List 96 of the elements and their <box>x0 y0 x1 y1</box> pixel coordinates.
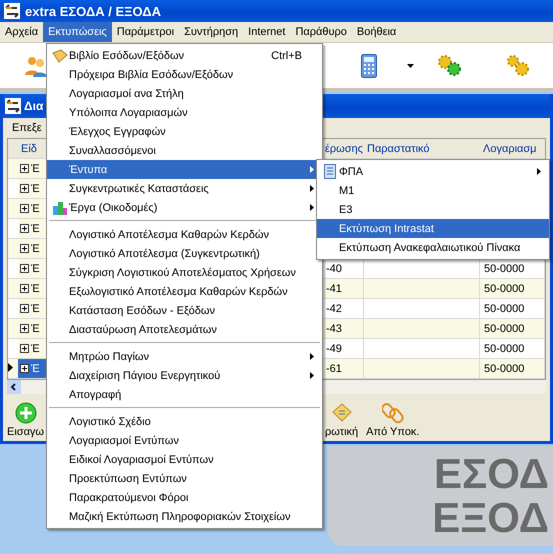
menu-item[interactable]: Προεκτύπωση Εντύπων <box>47 469 322 488</box>
table-cell: -49 <box>326 342 342 354</box>
menu-item[interactable]: Επεξε <box>12 122 42 134</box>
menu-item[interactable]: Διασταύρωση Αποτελεσμάτων <box>47 320 322 339</box>
table-cell: 50-0000 <box>484 342 524 354</box>
table-cell: 50-0000 <box>484 282 524 294</box>
menu-item[interactable]: Βιβλίο Εσόδων/Εξόδων Ctrl+B <box>47 46 322 65</box>
expand-icon[interactable] <box>20 204 29 213</box>
gears-icon[interactable] <box>438 54 462 76</box>
menu-item[interactable]: E3 <box>317 200 549 219</box>
expand-icon[interactable] <box>20 284 29 293</box>
arrows-icon <box>5 98 21 114</box>
submenu-arrow-icon <box>310 353 314 360</box>
expand-icon[interactable] <box>20 304 29 313</box>
document-icon <box>324 164 336 179</box>
table-cell: Έ <box>31 282 40 294</box>
menu-item[interactable]: Βοήθεια <box>352 22 402 42</box>
menu-item[interactable]: Εκτύπωση Ανακεφαλαιωτικού Πίνακα <box>317 238 549 257</box>
table-cell: Έ <box>31 222 40 234</box>
blocks-icon <box>52 200 68 216</box>
table-cell: Έ <box>31 302 40 314</box>
table-cell: Έ <box>31 242 40 254</box>
chain-icon <box>382 402 404 424</box>
menu-item[interactable]: Απογραφή <box>47 385 322 404</box>
expand-icon[interactable] <box>20 324 29 333</box>
background-title: ΕΣΟΔ <box>434 452 549 496</box>
table-cell: -41 <box>326 282 342 294</box>
table-cell: 50-0000 <box>484 322 524 334</box>
table-cell: 50-0000 <box>484 262 524 274</box>
toolbar-button[interactable]: ρωτική <box>323 402 360 438</box>
dropdown-caret-icon[interactable] <box>407 64 414 68</box>
expand-icon[interactable] <box>20 344 29 353</box>
table-cell: Έ <box>31 262 40 274</box>
menu-item[interactable]: Παρακρατούμενοι Φόροι <box>47 488 322 507</box>
menu-item[interactable]: Πρόχειρα Βιβλία Εσόδων/Εξόδων <box>47 65 322 84</box>
table-cell: 50-0000 <box>484 362 524 374</box>
table-cell: 50-0000 <box>484 302 524 314</box>
menu-item[interactable]: Παράθυρο <box>290 22 352 42</box>
toolbar-button[interactable]: Από Υποκ. <box>364 402 422 438</box>
book-icon <box>52 48 68 62</box>
submenu-arrow-icon <box>310 204 314 211</box>
plus-icon <box>14 402 37 424</box>
table-cell: Έ <box>31 182 40 194</box>
column-header[interactable]: έρωσης <box>322 142 364 154</box>
column-header[interactable]: Παραστατικό <box>364 142 480 154</box>
submenu-arrow-icon <box>310 166 314 173</box>
expand-icon[interactable] <box>20 264 29 273</box>
submenu-arrow-icon <box>310 372 314 379</box>
window-title: Δια <box>24 99 44 113</box>
menu-item[interactable]: Κατάσταση Εσόδων - Εξόδων <box>47 301 322 320</box>
toolbar-button[interactable]: Εισαγω <box>5 402 46 438</box>
menu-item[interactable]: Συντήρηση <box>179 22 244 42</box>
expand-icon[interactable] <box>20 164 29 173</box>
window-title: extra ΕΣΟΔΑ / ΕΞΟΔΑ <box>25 4 162 18</box>
background-title: ΕΞΟΔ <box>432 496 549 540</box>
menu-item[interactable]: Internet <box>243 22 290 42</box>
expand-icon[interactable] <box>20 224 29 233</box>
menu-item[interactable]: Λογαριασμοί ανα Στήλη <box>47 84 322 103</box>
submenu-arrow-icon <box>310 185 314 192</box>
menu-item[interactable]: Μητρώο Παγίων <box>47 347 322 366</box>
menu-item[interactable]: Λογιστικό Σχέδιο <box>47 412 322 431</box>
menu-item[interactable]: Υπόλοιπα Λογαριασμών <box>47 103 322 122</box>
note-icon <box>330 402 353 424</box>
menu-item[interactable]: Μαζική Εκτύπωση Πληροφοριακών Στοιχείων <box>47 507 322 526</box>
menu-item[interactable]: Σύγκριση Λογιστικού Αποτελέσματος Χρήσεων <box>47 263 322 282</box>
column-header[interactable]: Λογαριασμ <box>480 142 545 154</box>
submenu-arrow-icon <box>537 168 541 175</box>
menu-item[interactable]: Διαχείριση Πάγιου Ενεργητικού <box>47 366 322 385</box>
expand-icon[interactable] <box>20 244 29 253</box>
table-cell: -43 <box>326 322 342 334</box>
people-icon <box>24 54 48 76</box>
scroll-left-button[interactable] <box>7 380 21 394</box>
table-cell: Έ <box>31 202 40 214</box>
menu-item[interactable]: Ειδικοί Λογαριασμοί Εντύπων <box>47 450 322 469</box>
gears-icon[interactable] <box>506 54 530 78</box>
menu-item[interactable]: M1 <box>317 181 549 200</box>
menu-item[interactable]: Εκτυπώσεις <box>43 22 112 42</box>
expand-icon[interactable] <box>20 364 29 373</box>
arrows-icon <box>4 3 20 19</box>
menu-item[interactable]: Εκτύπωση Intrastat <box>317 219 549 238</box>
menu-item[interactable]: Λογαριασμοί Εντύπων <box>47 431 322 450</box>
menu-item[interactable]: Παράμετροι <box>112 22 180 42</box>
menu-item[interactable]: Αρχεία <box>0 22 44 42</box>
table-cell: Έ <box>31 162 40 174</box>
calculator-icon[interactable] <box>361 54 377 78</box>
table-cell: Έ <box>31 322 40 334</box>
table-cell: -42 <box>326 302 342 314</box>
table-cell: Έ <box>31 342 40 354</box>
table-cell: -61 <box>326 362 342 374</box>
table-cell: Έ <box>31 362 40 374</box>
table-cell: -40 <box>326 262 342 274</box>
menu-item[interactable]: Εξωλογιστικό Αποτέλεσμα Καθαρών Κερδών <box>47 282 322 301</box>
menu-item[interactable]: Συναλλασσόμενοι <box>47 141 322 160</box>
expand-icon[interactable] <box>20 184 29 193</box>
row-pointer-icon <box>8 362 13 372</box>
menu-item[interactable]: Έλεγχος Εγγραφών <box>47 122 322 141</box>
